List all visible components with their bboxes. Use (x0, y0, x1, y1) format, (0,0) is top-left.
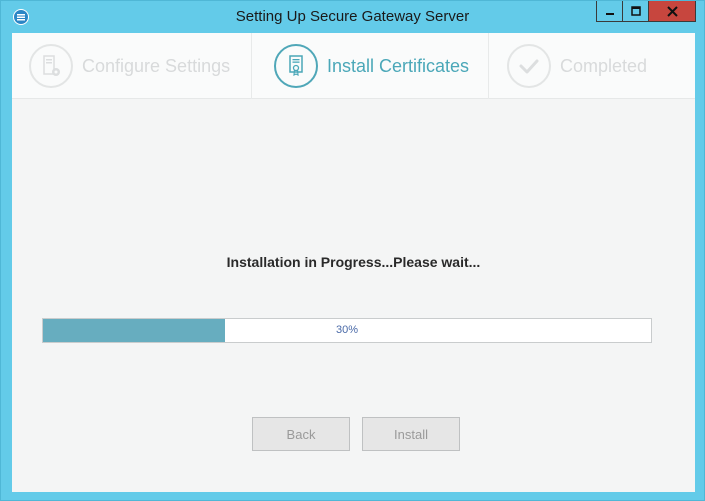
server-gear-icon (29, 44, 73, 88)
install-button[interactable]: Install (362, 417, 460, 451)
checkmark-icon (507, 44, 551, 88)
step-completed: Completed (489, 33, 695, 99)
title-bar[interactable]: Setting Up Secure Gateway Server (1, 1, 704, 33)
step-label: Install Certificates (327, 55, 470, 76)
close-icon (666, 5, 678, 17)
setup-window: Setting Up Secure Gateway Server Configu… (0, 0, 705, 501)
window-controls (596, 1, 696, 22)
certificate-icon (274, 44, 318, 88)
wizard-steps: Configure Settings Install Certificates (12, 33, 695, 99)
maximize-button[interactable] (622, 1, 649, 22)
close-button[interactable] (648, 1, 696, 22)
back-button[interactable]: Back (252, 417, 350, 451)
step-label: Configure Settings (82, 55, 231, 76)
step-configure-settings: Configure Settings (12, 33, 252, 99)
minimize-button[interactable] (596, 1, 623, 22)
wizard-content: Configure Settings Install Certificates (12, 33, 695, 492)
step-install-certificates: Install Certificates (252, 33, 489, 99)
progress-message: Installation in Progress...Please wait..… (226, 254, 481, 270)
step-label: Completed (560, 55, 648, 76)
progress-percent: 30% (335, 324, 359, 336)
minimize-icon (605, 13, 614, 15)
progress-bar: 30% (42, 318, 652, 343)
maximize-icon (630, 6, 641, 16)
